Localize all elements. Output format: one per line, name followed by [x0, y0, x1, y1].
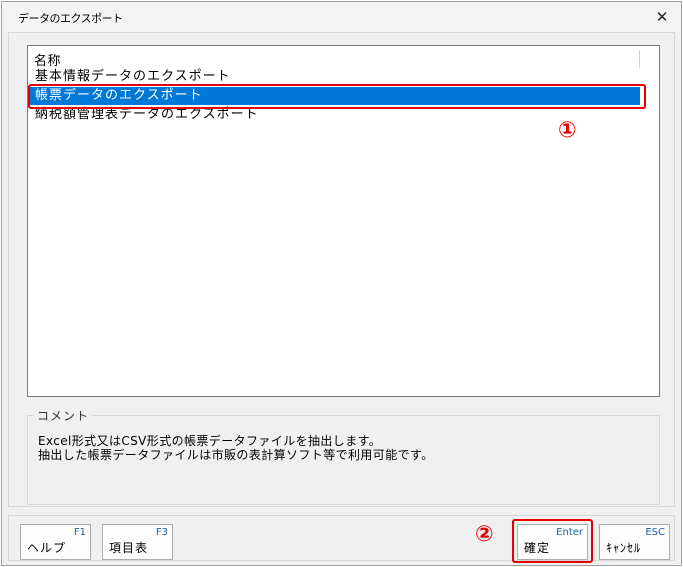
list-item-tax-amount-export[interactable]: 納税額管理表データのエクスポート — [30, 106, 640, 124]
export-type-list[interactable]: 名称 基本情報データのエクスポート 帳票データのエクスポート 納税額管理表データ… — [27, 45, 660, 397]
function-key-bar: F1 ヘルプ F3 項目表 ② Enter 確定 ESC ｷｬﾝｾﾙ — [8, 515, 675, 563]
list-item-basic-info-export[interactable]: 基本情報データのエクスポート — [30, 68, 640, 86]
close-icon[interactable]: ✕ — [651, 7, 673, 27]
confirm-button-label: 確定 — [524, 541, 551, 555]
item-table-key-label: F3 — [155, 527, 168, 538]
export-dialog: データのエクスポート ✕ 名称 基本情報データのエクスポート 帳票データのエクス… — [1, 1, 682, 566]
title-bar: データのエクスポート ✕ — [2, 2, 681, 32]
window-title: データのエクスポート — [18, 12, 123, 25]
help-key-label: F1 — [73, 527, 86, 538]
item-table-button-label: 項目表 — [109, 541, 149, 555]
annotation-marker-2: ② — [475, 522, 494, 547]
help-button-label: ヘルプ — [27, 541, 67, 555]
list-item-report-export[interactable]: 帳票データのエクスポート — [30, 87, 640, 105]
confirm-key-label: Enter — [556, 527, 583, 538]
cancel-key-label: ESC — [645, 527, 665, 538]
cancel-button[interactable]: ESC ｷｬﾝｾﾙ — [599, 524, 670, 560]
dialog-body: 名称 基本情報データのエクスポート 帳票データのエクスポート 納税額管理表データ… — [8, 32, 675, 507]
cancel-button-label: ｷｬﾝｾﾙ — [606, 541, 642, 555]
annotation-marker-1: ① — [558, 118, 577, 143]
comment-label: コメント — [34, 407, 93, 424]
help-button[interactable]: F1 ヘルプ — [20, 524, 91, 560]
comment-line-2: 抽出した帳票データファイルは市販の表計算ソフト等で利用可能です。 — [38, 448, 434, 462]
item-table-button[interactable]: F3 項目表 — [102, 524, 173, 560]
list-column-header: 名称 — [34, 50, 640, 69]
comment-group: コメント Excel形式又はCSV形式の帳票データファイルを抽出します。 抽出し… — [27, 407, 660, 505]
confirm-button[interactable]: Enter 確定 — [517, 524, 588, 560]
